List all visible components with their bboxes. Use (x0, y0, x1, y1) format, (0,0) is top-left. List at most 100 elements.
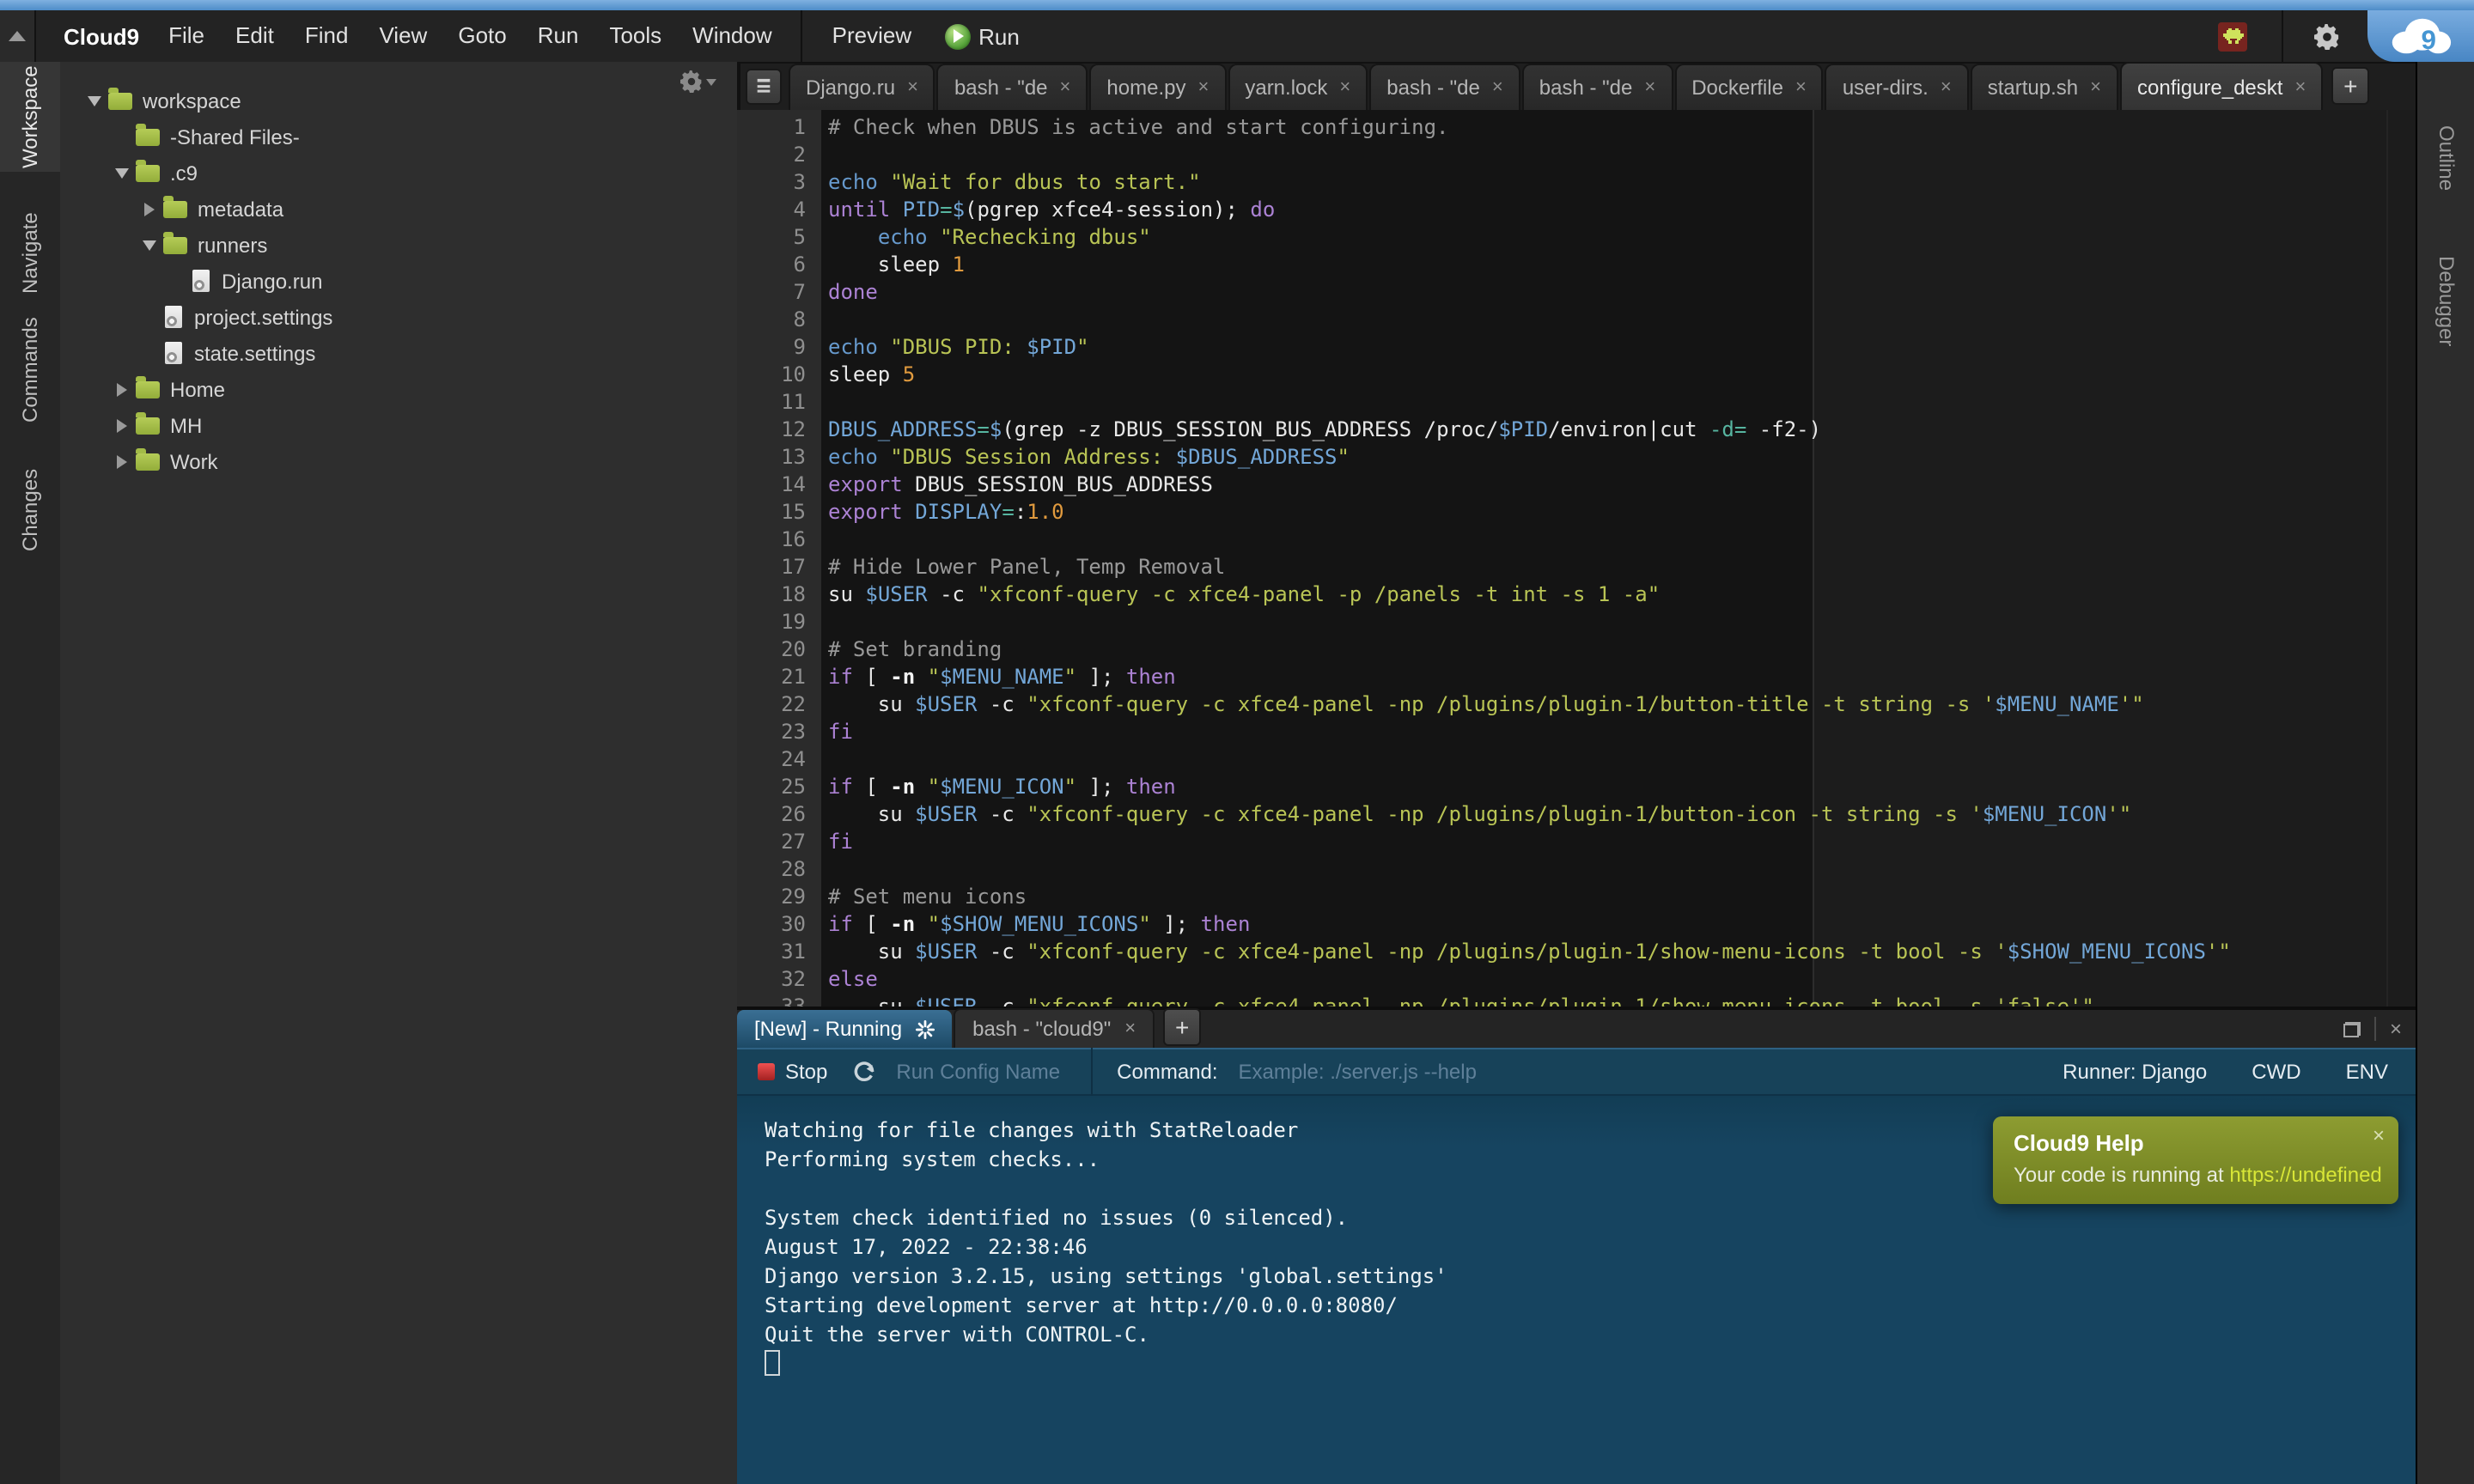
popup-close-icon[interactable]: × (2373, 1123, 2385, 1147)
line-number: 29 (737, 883, 821, 910)
code-line: else (828, 965, 2416, 993)
expand-arrow-open-icon[interactable] (84, 95, 105, 106)
sidebar-tab-debugger[interactable]: Debugger (2417, 247, 2474, 354)
tab-label: Django.ru (806, 76, 895, 100)
tree-item-runners[interactable]: runners (60, 227, 737, 263)
menu-item-goto[interactable]: Goto (442, 10, 521, 62)
expand-arrow-open-icon[interactable] (139, 240, 160, 250)
tree-item-home[interactable]: Home (60, 371, 737, 407)
menu-item-find[interactable]: Find (289, 10, 364, 62)
menu-item-view[interactable]: View (363, 10, 442, 62)
editor-scrollbar[interactable] (2386, 110, 2416, 1068)
run-button[interactable]: Run (978, 23, 1020, 49)
line-number: 13 (737, 443, 821, 471)
tree-item-project-settings[interactable]: project.settings (60, 299, 737, 335)
collapse-arrow-icon (9, 31, 26, 41)
env-button[interactable]: ENV (2346, 1060, 2388, 1084)
menu-collapse-button[interactable] (0, 10, 36, 62)
expand-arrow-closed-icon[interactable] (112, 382, 132, 396)
tree-item-work[interactable]: Work (60, 443, 737, 479)
sidebar-tab-navigate[interactable]: Navigate (0, 213, 60, 292)
tree-item-state-settings[interactable]: state.settings (60, 335, 737, 371)
tab-close-icon[interactable]: × (2294, 76, 2306, 97)
tab-close-icon[interactable]: × (1197, 77, 1209, 98)
expand-arrow-closed-icon[interactable] (112, 454, 132, 468)
code-line (828, 141, 2416, 168)
tree-item-c9[interactable]: .c9 (60, 155, 737, 191)
runner-file-icon (192, 270, 210, 292)
stop-button[interactable]: Stop (785, 1060, 827, 1084)
tab-close-icon[interactable]: × (1492, 77, 1503, 98)
console-tab-new-running[interactable]: [New] - Running (737, 1010, 952, 1048)
tab-close-icon[interactable]: × (907, 77, 918, 98)
tab-close-icon[interactable]: × (2090, 77, 2101, 98)
tab-list-icon[interactable] (746, 69, 782, 105)
cwd-button[interactable]: CWD (2252, 1060, 2300, 1084)
tab-close-icon[interactable]: × (1124, 1019, 1136, 1039)
tab-close-icon[interactable]: × (1060, 77, 1071, 98)
tree-item-label: Work (170, 449, 218, 473)
editor-tab-bash-de[interactable]: bash - "de× (1369, 64, 1520, 110)
code-line: # Set branding (828, 636, 2416, 663)
editor-tab-user-dirs[interactable]: user-dirs.× (1825, 64, 1969, 110)
expand-arrow-open-icon[interactable] (112, 167, 132, 178)
menu-item-window[interactable]: Window (677, 10, 788, 62)
editor-tab-dockerfile[interactable]: Dockerfile× (1674, 64, 1824, 110)
console-tab-bash-cloud9[interactable]: bash - "cloud9" × (954, 1008, 1155, 1048)
console-new-tab-button[interactable]: + (1163, 1008, 1201, 1046)
tree-item-label: -Shared Files- (170, 125, 300, 149)
tab-close-icon[interactable]: × (1941, 77, 1952, 98)
tab-close-icon[interactable]: × (1339, 77, 1350, 98)
expand-arrow-closed-icon[interactable] (139, 202, 160, 216)
popup-link[interactable]: https://undefined (2229, 1163, 2381, 1187)
menu-item-run[interactable]: Run (522, 10, 594, 62)
runner-selector[interactable]: Runner: Django (2063, 1060, 2207, 1084)
restore-panel-icon[interactable] (2343, 1021, 2361, 1037)
run-config-name-input[interactable]: Run Config Name (896, 1060, 1060, 1084)
tree-item-metadata[interactable]: metadata (60, 191, 737, 227)
menu-item-tools[interactable]: Tools (594, 10, 677, 62)
sidebar-tab-outline[interactable]: Outline (2417, 113, 2474, 203)
code-line: export DISPLAY=:1.0 (828, 498, 2416, 526)
tree-item-label: .c9 (170, 161, 198, 185)
menu-item-edit[interactable]: Edit (220, 10, 289, 62)
editor-tab-bash-de[interactable]: bash - "de× (937, 64, 1088, 110)
tab-close-icon[interactable]: × (1644, 77, 1655, 98)
code-line (828, 745, 2416, 773)
app-title: Cloud9 (64, 23, 139, 49)
code-line: done (828, 278, 2416, 306)
run-play-icon[interactable] (944, 23, 970, 49)
tree-item-workspace[interactable]: workspace (60, 82, 737, 119)
close-panel-icon[interactable]: × (2390, 1017, 2402, 1041)
sidebar-tab-commands[interactable]: Commands (0, 328, 60, 411)
menu-item-file[interactable]: File (153, 10, 220, 62)
tree-item-shared-files[interactable]: -Shared Files- (60, 119, 737, 155)
line-number: 27 (737, 828, 821, 855)
editor-tab-home-py[interactable]: home.py× (1089, 64, 1226, 110)
editor-tab-bash-de[interactable]: bash - "de× (1522, 64, 1673, 110)
settings-gear-icon[interactable] (2314, 23, 2340, 49)
code-editor[interactable]: 1234567891011121314151617181920212223242… (737, 110, 2416, 1068)
code-line: DBUS_ADDRESS=$(grep -z DBUS_SESSION_BUS_… (828, 416, 2416, 443)
tab-label: bash - "cloud9" (972, 1017, 1111, 1041)
tab-close-icon[interactable]: × (1795, 77, 1807, 98)
sidebar-tab-changes[interactable]: Changes (0, 471, 60, 550)
folder-icon (136, 453, 160, 470)
editor-tab-configure-deskt[interactable]: configure_deskt× (2120, 62, 2323, 110)
tree-item-mh[interactable]: MH (60, 407, 737, 443)
tree-item-label: metadata (198, 197, 283, 221)
menu-item-preview[interactable]: Preview (817, 10, 928, 62)
debug-bug-icon[interactable] (2218, 21, 2247, 51)
new-tab-button[interactable]: + (2331, 67, 2369, 105)
line-number: 18 (737, 581, 821, 608)
editor-tab-yarn-lock[interactable]: yarn.lock× (1228, 64, 1368, 110)
line-number: 11 (737, 388, 821, 416)
sidebar-tab-workspace[interactable]: Workspace (0, 62, 60, 172)
command-input[interactable]: Example: ./server.js --help (1239, 1060, 1477, 1084)
stop-icon[interactable] (758, 1063, 775, 1080)
expand-arrow-closed-icon[interactable] (112, 418, 132, 432)
restart-icon[interactable] (851, 1060, 875, 1084)
editor-tab-django-ru[interactable]: Django.ru × (789, 64, 935, 110)
editor-tab-startup-sh[interactable]: startup.sh× (1971, 64, 2118, 110)
tree-item-django-run[interactable]: Django.run (60, 263, 737, 299)
